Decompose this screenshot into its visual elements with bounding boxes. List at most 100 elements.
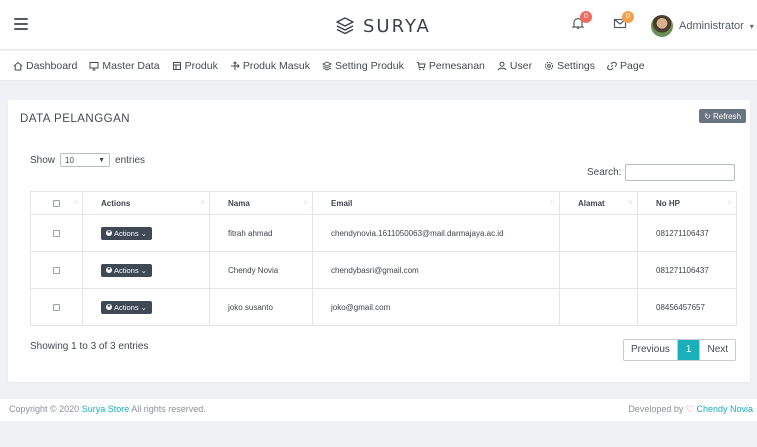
table-row: ✦ Actions ⌄ Chendy Novia chendybasri@gmail… (30, 251, 737, 289)
plus-move-icon (230, 60, 240, 70)
message-count-badge: 0 (622, 11, 634, 23)
sort-icon: ↑↓ (200, 200, 205, 206)
chevron-down-icon: ▼ (98, 156, 106, 164)
pagination: Previous 1 Next (623, 339, 737, 361)
sort-icon: ↑↓ (727, 200, 732, 206)
row-actions-cell: ✦ Actions ⌄ (82, 251, 210, 289)
cart-icon (416, 61, 426, 70)
book-icon (172, 61, 181, 70)
refresh-icon: ↻ (704, 111, 711, 121)
menu-item-page[interactable]: Page (607, 60, 645, 72)
refresh-button[interactable]: ↻ Refresh (699, 109, 746, 123)
row-actions-button[interactable]: ✦ Actions ⌄ (101, 300, 152, 314)
row-actions-button[interactable]: ✦ Actions ⌄ (101, 226, 152, 240)
table-row: ✦ Actions ⌄ fitrah ahmad chendynovia.16110… (30, 214, 737, 252)
email-cell: joko@gmail.com (312, 288, 560, 326)
link-icon (607, 61, 617, 70)
layers-logo-icon (336, 17, 354, 35)
rights-text: All rights reserved. (131, 404, 206, 414)
menu-item-pemesanan[interactable]: Pemesanan (416, 60, 485, 72)
row-checkbox[interactable] (53, 229, 60, 237)
gear-icon: ✦ (106, 267, 112, 273)
column-header-nama[interactable]: Nama ↑↓ (209, 191, 313, 215)
menu-item-master-data[interactable]: Master Data (89, 59, 160, 72)
column-header-email[interactable]: Email ↑↓ (312, 191, 560, 215)
hamburger-menu-icon[interactable] (14, 18, 28, 30)
email-cell: chendybasri@gmail.com (312, 251, 560, 289)
previous-page-button[interactable]: Previous (624, 340, 678, 360)
sort-icon: ↑↓ (303, 200, 308, 206)
chevron-down-icon: ▾ (749, 21, 754, 31)
no-hp-cell: 081271106437 (637, 251, 737, 289)
menu-item-produk[interactable]: Produk (172, 60, 218, 72)
notifications-button[interactable]: 0 (571, 11, 592, 34)
menu-item-label: User (509, 59, 533, 72)
main-menu: Dashboard Master Data Produk Produk Masu… (0, 51, 757, 81)
menu-item-user[interactable]: User (497, 60, 532, 72)
chevron-down-icon: ⌄ (140, 302, 147, 312)
table-info: Showing 1 to 3 of 3 entries (30, 341, 149, 352)
sort-icon: ↑↓ (73, 200, 78, 206)
heart-icon: ♡ (685, 404, 694, 414)
row-checkbox[interactable] (53, 303, 60, 311)
alamat-cell (559, 214, 638, 252)
row-select-cell (30, 214, 83, 252)
brand[interactable]: SURYA (335, 14, 431, 38)
entries-label: entries (115, 154, 146, 166)
alamat-cell (559, 288, 638, 326)
show-label: Show (30, 154, 56, 166)
entries-select-value: 10 (65, 155, 74, 165)
user-name: Administrator (679, 20, 744, 32)
user-menu[interactable]: Administrator ▾ (651, 14, 754, 38)
row-select-cell (30, 251, 83, 289)
developed-by-label: Developed by (628, 404, 684, 414)
menu-item-setting-produk[interactable]: Setting Produk (321, 59, 404, 72)
avatar (651, 15, 673, 37)
menu-item-label: Setting Produk (334, 59, 404, 72)
email-cell: chendynovia.1611050063@mail.darmajaya.ac… (312, 214, 560, 252)
row-select-cell (30, 288, 83, 326)
menu-item-label: Produk Masuk (242, 59, 310, 72)
developer-credit: Developed by ♡ Chendy Novia (628, 404, 753, 415)
entries-select[interactable]: 10 ▼ (60, 153, 111, 167)
store-link[interactable]: Surya Store (82, 404, 130, 414)
table-search: Search: (587, 164, 736, 181)
notification-count-badge: 0 (580, 11, 592, 23)
nama-cell: joko susanto (209, 288, 313, 326)
menu-item-dashboard[interactable]: Dashboard (13, 60, 77, 72)
nama-cell: Chendy Novia (209, 251, 313, 289)
table-row: ✦ Actions ⌄ joko susanto joko@gmail.com 08… (30, 288, 737, 326)
select-all-header[interactable]: ↑↓ (30, 191, 83, 215)
current-page-button[interactable]: 1 (677, 340, 700, 360)
column-header-no-hp[interactable]: No HP ↑↓ (637, 191, 737, 215)
sort-icon: ↑↓ (628, 200, 633, 206)
select-all-checkbox[interactable] (53, 199, 60, 207)
menu-item-settings[interactable]: Settings (544, 60, 595, 72)
alamat-cell (559, 251, 638, 289)
customer-data-card: DATA PELANGGAN ↻ Refresh Show 10 ▼ entri… (8, 100, 750, 382)
menu-item-label: Master Data (102, 59, 160, 72)
chevron-down-icon: ⌄ (140, 228, 147, 238)
no-hp-cell: 08456457657 (637, 288, 737, 326)
footer: Copyright © 2020 Surya Store All rights … (0, 399, 757, 421)
row-actions-button[interactable]: ✦ Actions ⌄ (101, 263, 152, 277)
user-icon (497, 61, 507, 70)
page-title: DATA PELANGGAN (20, 113, 131, 125)
chevron-down-icon: ⌄ (140, 265, 147, 275)
column-header-actions[interactable]: Actions ↑↓ (82, 191, 210, 215)
search-input[interactable] (625, 164, 736, 181)
copyright-prefix: Copyright © 2020 (9, 404, 80, 414)
column-header-alamat[interactable]: Alamat ↑↓ (559, 191, 638, 215)
brand-name: SURYA (363, 15, 431, 37)
gear-icon: ✦ (106, 304, 112, 310)
home-icon (13, 61, 23, 70)
next-page-button[interactable]: Next (699, 340, 736, 360)
row-actions-cell: ✦ Actions ⌄ (82, 214, 210, 252)
row-checkbox[interactable] (53, 266, 60, 274)
search-label: Search: (587, 167, 622, 178)
menu-item-produk-masuk[interactable]: Produk Masuk (230, 60, 310, 72)
developer-link[interactable]: Chendy Novia (696, 404, 753, 414)
layers-icon (321, 60, 332, 71)
gear-icon (544, 61, 554, 70)
messages-button[interactable]: 0 (613, 11, 634, 34)
